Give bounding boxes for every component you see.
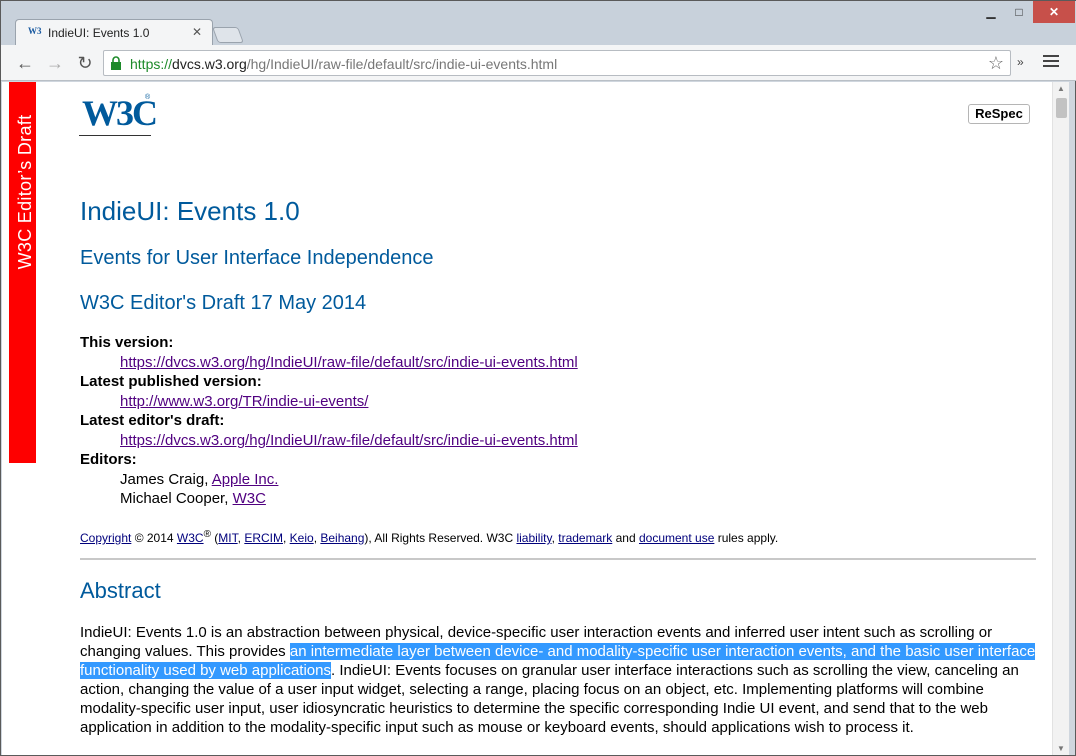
latest-editors-label: Latest editor's draft: (80, 412, 225, 429)
liability-link[interactable]: liability (516, 531, 551, 545)
copyright-year: © 2014 (131, 531, 177, 545)
menu-icon[interactable] (1043, 55, 1059, 69)
w3c-link[interactable]: W3C (177, 531, 204, 545)
reload-button[interactable]: ↻ (73, 52, 97, 74)
latest-published-value: http://www.w3.org/TR/indie-ui-events/ (80, 393, 780, 412)
scroll-down-arrow-icon[interactable]: ▼ (1057, 744, 1065, 753)
editor-1: James Craig, Apple Inc. (80, 471, 780, 490)
extensions-overflow-button[interactable]: » (1017, 55, 1024, 69)
bookmark-star-icon[interactable]: ☆ (988, 53, 1004, 74)
latest-editors-value: https://dvcs.w3.org/hg/IndieUI/raw-file/… (80, 432, 780, 451)
ercim-link[interactable]: ERCIM (244, 531, 283, 545)
this-version-value: https://dvcs.w3.org/hg/IndieUI/raw-file/… (80, 354, 780, 373)
abstract-heading: Abstract (80, 578, 161, 603)
forward-button[interactable]: → (43, 52, 67, 74)
version-info: This version: https://dvcs.w3.org/hg/Ind… (80, 334, 780, 509)
tab-title: IndieUI: Events 1.0 (48, 26, 150, 40)
respec-button[interactable]: ReSpec (968, 104, 1030, 124)
browser-window: W3 IndieUI: Events 1.0 ✕ ▁ □ ✕ ← → ↻ htt… (0, 0, 1076, 756)
tab-strip: W3 IndieUI: Events 1.0 ✕ ▁ □ ✕ (1, 1, 1076, 45)
ribbon-label: W3C Editor’s Draft (15, 114, 35, 270)
document-use-link[interactable]: document use (639, 531, 714, 545)
url-scheme: https:// (130, 56, 173, 72)
close-tab-icon[interactable]: ✕ (192, 25, 202, 39)
minimize-button[interactable]: ▁ (977, 1, 1005, 23)
copyright-link[interactable]: Copyright (80, 531, 131, 545)
editor-1-name: James Craig, (120, 471, 212, 488)
mit-link[interactable]: MIT (218, 531, 237, 545)
latest-published-label: Latest published version: (80, 373, 262, 390)
copyright-rules: rules apply. (714, 531, 779, 545)
editor-2-name: Michael Cooper, (120, 490, 233, 507)
abstract-text: IndieUI: Events 1.0 is an abstraction be… (80, 623, 1040, 737)
registered-mark-icon: ® (145, 94, 151, 101)
vertical-scrollbar[interactable]: ▲ ▼ (1052, 82, 1069, 755)
latest-editors-link[interactable]: https://dvcs.w3.org/hg/IndieUI/raw-file/… (120, 432, 578, 449)
back-button[interactable]: ← (13, 52, 37, 74)
page-viewport: W3C Editor’s Draft W3C ® ReSpec IndieUI:… (2, 82, 1060, 755)
latest-published-link[interactable]: http://www.w3.org/TR/indie-ui-events/ (120, 393, 368, 410)
scrollbar-thumb[interactable] (1056, 98, 1067, 118)
this-version-label: This version: (80, 334, 174, 351)
w3c-logo[interactable]: W3C ® (79, 88, 158, 136)
editor-2: Michael Cooper, W3C (80, 490, 780, 509)
keio-link[interactable]: Keio (290, 531, 314, 545)
tab-active[interactable]: W3 IndieUI: Events 1.0 ✕ (15, 19, 213, 45)
w3c-favicon-icon: W3 (28, 26, 42, 36)
url-path: /hg/IndieUI/raw-file/default/src/indie-u… (246, 56, 558, 72)
beihang-link[interactable]: Beihang (320, 531, 364, 545)
copyright-rights: ), All Rights Reserved. W3C (364, 531, 517, 545)
copyright-and: and (612, 531, 639, 545)
lock-icon (111, 56, 121, 70)
editor-1-org-link[interactable]: Apple Inc. (212, 471, 279, 488)
page-title: IndieUI: Events 1.0 (80, 196, 300, 226)
close-window-button[interactable]: ✕ (1033, 1, 1075, 23)
browser-toolbar: ← → ↻ https://dvcs.w3.org/hg/IndieUI/raw… (1, 45, 1076, 81)
address-bar[interactable]: https://dvcs.w3.org/hg/IndieUI/raw-file/… (103, 50, 1011, 76)
registered-mark: ® (203, 529, 211, 540)
editor-2-org-link[interactable]: W3C (233, 490, 266, 507)
scroll-up-arrow-icon[interactable]: ▲ (1057, 84, 1065, 93)
editors-label: Editors: (80, 451, 137, 468)
trademark-link[interactable]: trademark (558, 531, 612, 545)
divider (80, 558, 1036, 560)
this-version-link[interactable]: https://dvcs.w3.org/hg/IndieUI/raw-file/… (120, 354, 578, 371)
url-host: dvcs.w3.org (172, 56, 247, 72)
draft-date: W3C Editor's Draft 17 May 2014 (80, 292, 367, 314)
new-tab-button[interactable] (212, 27, 244, 43)
url-text: https://dvcs.w3.org/hg/IndieUI/raw-file/… (130, 56, 557, 72)
copyright-notice: Copyright © 2014 W3C® (MIT, ERCIM, Keio,… (80, 529, 779, 545)
maximize-button[interactable]: □ (1005, 1, 1033, 23)
page-subtitle: Events for User Interface Independence (80, 247, 434, 269)
